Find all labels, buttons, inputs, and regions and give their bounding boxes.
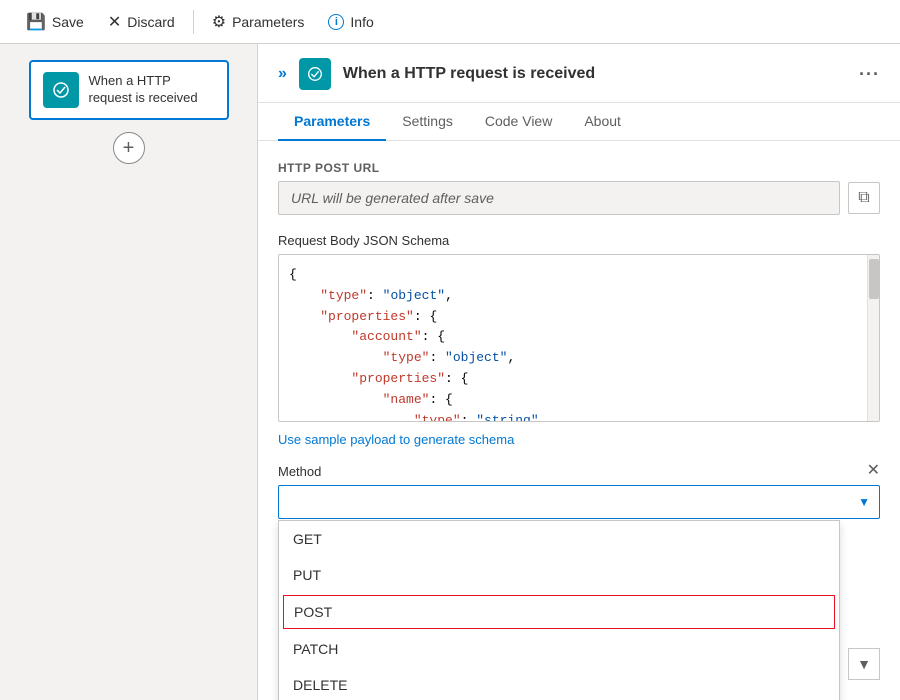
method-dropdown: GET PUT POST PATCH DELETE	[278, 520, 840, 700]
parameters-label: Parameters	[232, 14, 304, 30]
method-label: Method	[278, 464, 321, 479]
panel-header: » When a HTTP request is received ···	[258, 44, 900, 103]
dropdown-item-post[interactable]: POST	[283, 595, 835, 629]
chevron-down-icon: ▼	[857, 656, 871, 672]
expand-button[interactable]: »	[278, 65, 287, 83]
toolbar: 💾 Save ✕ Discard ⚙ Parameters i Info	[0, 0, 900, 44]
right-panel: » When a HTTP request is received ··· Pa…	[258, 44, 900, 700]
discard-button[interactable]: ✕ Discard	[98, 6, 185, 38]
main-layout: When a HTTP request is received + » When…	[0, 44, 900, 700]
panel-title: When a HTTP request is received	[343, 65, 847, 83]
save-label: Save	[52, 14, 84, 30]
dropdown-item-patch[interactable]: PATCH	[279, 631, 839, 667]
schema-label: Request Body JSON Schema	[278, 233, 880, 248]
tab-settings[interactable]: Settings	[386, 103, 469, 141]
tab-parameters[interactable]: Parameters	[278, 103, 386, 141]
http-post-url-label: HTTP POST URL	[278, 161, 880, 175]
code-editor[interactable]: { "type": "object", "properties": { "acc…	[278, 254, 880, 422]
panel-header-icon	[299, 58, 331, 90]
info-label: Info	[350, 14, 373, 30]
content-area: HTTP POST URL URL will be generated afte…	[258, 141, 900, 700]
save-icon: 💾	[26, 12, 46, 32]
scroll-down-button[interactable]: ▼	[848, 648, 880, 680]
discard-label: Discard	[127, 14, 174, 30]
copy-url-button[interactable]: ⧉	[848, 182, 880, 214]
method-section: Method ✕ ▼ GET PUT POS	[278, 463, 880, 519]
more-options-button[interactable]: ···	[859, 64, 880, 85]
add-step-button[interactable]: +	[113, 132, 145, 164]
node-icon	[43, 72, 79, 108]
tab-about[interactable]: About	[568, 103, 637, 141]
method-input[interactable]	[278, 485, 880, 519]
scrollbar[interactable]	[867, 255, 879, 421]
clear-method-button[interactable]: ✕	[867, 463, 880, 479]
info-icon: i	[328, 14, 344, 30]
code-content: { "type": "object", "properties": { "acc…	[279, 255, 879, 422]
scrollbar-thumb	[869, 259, 879, 299]
tab-code-view[interactable]: Code View	[469, 103, 568, 141]
parameters-icon: ⚙	[212, 12, 226, 32]
parameters-button[interactable]: ⚙ Parameters	[202, 6, 315, 38]
dropdown-item-delete[interactable]: DELETE	[279, 667, 839, 700]
url-field: URL will be generated after save ⧉	[278, 181, 880, 215]
save-button[interactable]: 💾 Save	[16, 6, 94, 38]
discard-icon: ✕	[108, 12, 121, 32]
tab-bar: Parameters Settings Code View About	[258, 103, 900, 141]
info-button[interactable]: i Info	[318, 8, 383, 36]
toolbar-divider	[193, 10, 194, 34]
method-select-container: ▼ GET PUT POST PATCH	[278, 485, 880, 519]
url-input: URL will be generated after save	[278, 181, 840, 215]
dropdown-item-put[interactable]: PUT	[279, 557, 839, 593]
node-card[interactable]: When a HTTP request is received	[29, 60, 229, 120]
method-label-row: Method ✕	[278, 463, 880, 479]
dropdown-item-get[interactable]: GET	[279, 521, 839, 557]
sample-payload-link[interactable]: Use sample payload to generate schema	[278, 432, 880, 447]
copy-icon: ⧉	[858, 189, 869, 207]
sidebar: When a HTTP request is received +	[0, 44, 258, 700]
node-label: When a HTTP request is received	[89, 73, 215, 107]
